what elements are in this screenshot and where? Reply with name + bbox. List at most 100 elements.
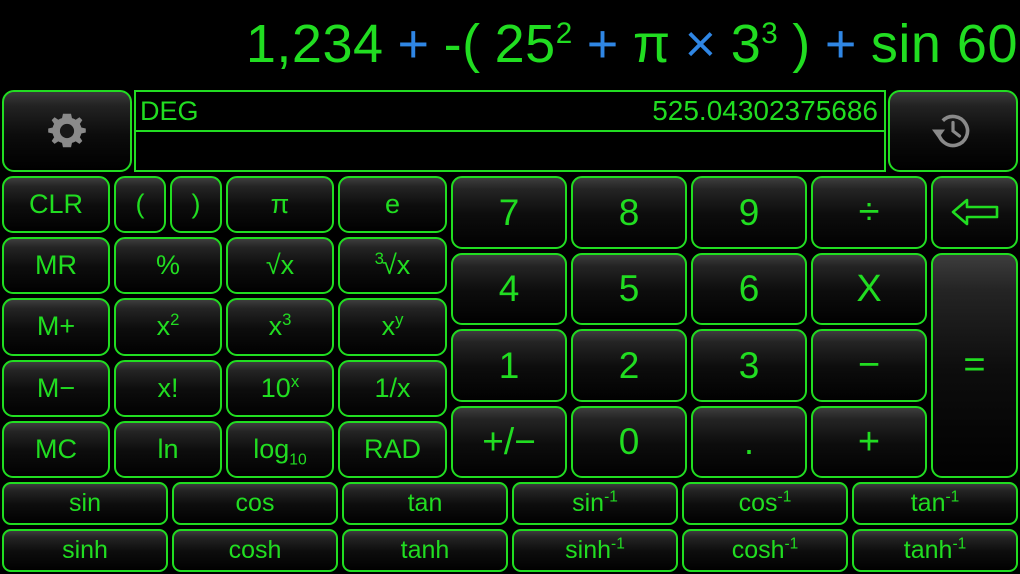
asin-button[interactable]: sin-1 [512, 482, 678, 525]
history-clock-icon [929, 107, 977, 155]
digit-9-button[interactable]: 9 [691, 176, 807, 249]
rad-mode-button[interactable]: RAD [338, 420, 447, 478]
expression-token: sin 60 [870, 14, 1018, 74]
acos-button[interactable]: cos-1 [682, 482, 848, 525]
x-cubed-button[interactable]: x3 [226, 298, 334, 356]
digit-3-button[interactable]: 3 [691, 329, 807, 402]
trig-keypad: sin cos tan sin-1 cos-1 tan-1 sinh cosh tanh sinh… [0, 480, 1020, 574]
acosh-button[interactable]: cosh-1 [682, 529, 848, 572]
memory-recall-button[interactable]: MR [2, 237, 110, 295]
history-button[interactable] [888, 90, 1018, 172]
key-label: − [857, 344, 881, 387]
memory-subtract-button[interactable]: M− [2, 359, 110, 417]
backspace-button[interactable] [931, 176, 1018, 249]
key-label: tan [407, 489, 443, 517]
multiply-button[interactable]: X [811, 252, 927, 325]
factorial-button[interactable]: x! [114, 359, 222, 417]
digit-4-button[interactable]: 4 [451, 252, 567, 325]
key-label: π [270, 189, 290, 220]
key-label: √x [265, 250, 295, 281]
key-label: e [384, 189, 401, 220]
close-paren-button[interactable]: ) [170, 176, 222, 234]
digit-5-button[interactable]: 5 [571, 252, 687, 325]
log10-button[interactable]: log10 [226, 420, 334, 478]
key-label: 0 [618, 421, 640, 463]
key-label: MR [35, 250, 77, 281]
digit-0-button[interactable]: 0 [571, 405, 687, 478]
tanh-button[interactable]: tanh [342, 529, 508, 572]
key-label: ln [157, 433, 179, 464]
equals-button[interactable]: = [931, 252, 1018, 478]
key-label: xy [381, 310, 404, 342]
backspace-arrow-icon [949, 195, 1001, 229]
asinh-button[interactable]: sinh-1 [512, 529, 678, 572]
memory-clear-button[interactable]: MC [2, 420, 110, 478]
clear-button[interactable]: CLR [2, 176, 110, 234]
numeric-keypad: 7 8 9 ÷ 4 5 6 X = 1 2 3 − +/− 0. + [449, 174, 1020, 480]
sign-toggle-button[interactable]: +/− [451, 405, 567, 478]
key-label: x3 [268, 310, 292, 342]
key-label: 10x [260, 371, 300, 403]
atan-button[interactable]: tan-1 [852, 482, 1018, 525]
e-button[interactable]: e [338, 176, 447, 234]
result-value: 525.04302375686 [652, 95, 878, 126]
divide-button[interactable]: ÷ [811, 176, 927, 249]
pi-button[interactable]: π [226, 176, 334, 234]
digit-1-button[interactable]: 1 [451, 329, 567, 402]
digit-6-button[interactable]: 6 [691, 252, 807, 325]
key-label: ) [191, 189, 201, 220]
display-top-line: DEG 525.04302375686 [136, 92, 884, 132]
atanh-button[interactable]: tanh-1 [852, 529, 1018, 572]
key-label: tan-1 [910, 488, 960, 517]
expression-token: 33 [730, 14, 779, 74]
key-label: 8 [618, 191, 640, 233]
subtract-button[interactable]: − [811, 329, 927, 402]
key-label: 9 [738, 191, 760, 233]
function-keypad: CLR () π e MR% √x 3√x M+ x2 x3 xy M− x! 10x 1/x MC ln log… [0, 174, 449, 480]
open-paren-button[interactable]: ( [114, 176, 166, 234]
cosh-button[interactable]: cosh [172, 529, 338, 572]
key-label: M+ [36, 311, 76, 342]
expression-token: -( [443, 14, 481, 74]
key-label: % [155, 250, 180, 281]
key-label: = [963, 344, 986, 387]
x-power-y-button[interactable]: xy [338, 298, 447, 356]
key-label: sin [69, 489, 101, 517]
expression-token: × [684, 14, 717, 74]
settings-button[interactable] [2, 90, 132, 172]
natural-log-button[interactable]: ln [114, 420, 222, 478]
expression-token: + [397, 14, 430, 74]
key-label: cos [235, 489, 275, 517]
key-label: ( [135, 189, 145, 220]
key-label: x! [157, 372, 179, 403]
sin-button[interactable]: sin [2, 482, 168, 525]
key-label: 7 [498, 191, 520, 233]
digit-7-button[interactable]: 7 [451, 176, 567, 249]
add-button[interactable]: + [811, 405, 927, 478]
x-squared-button[interactable]: x2 [114, 298, 222, 356]
key-label: MC [35, 433, 77, 464]
decimal-point-button[interactable]: . [691, 405, 807, 478]
key-label: log10 [253, 433, 307, 469]
sinh-button[interactable]: sinh [2, 529, 168, 572]
square-root-button[interactable]: √x [226, 237, 334, 295]
cos-button[interactable]: cos [172, 482, 338, 525]
key-label: 1 [498, 344, 520, 386]
key-label: +/− [482, 421, 536, 463]
tan-button[interactable]: tan [342, 482, 508, 525]
expression-token: ) [792, 14, 811, 74]
expression-token: π [632, 14, 671, 74]
cube-root-button[interactable]: 3√x [338, 237, 447, 295]
expression-token: + [586, 14, 619, 74]
digit-2-button[interactable]: 2 [571, 329, 687, 402]
ten-power-x-button[interactable]: 10x [226, 359, 334, 417]
percent-button[interactable]: % [114, 237, 222, 295]
reciprocal-button[interactable]: 1/x [338, 359, 447, 417]
angle-mode-label: DEG [140, 95, 199, 126]
digit-8-button[interactable]: 8 [571, 176, 687, 249]
memory-add-button[interactable]: M+ [2, 298, 110, 356]
calculator-app: 1,234 + -(252 + π × 33) + sin 60 DEG 525.0430237… [0, 0, 1020, 574]
key-label: sinh [62, 536, 108, 564]
display-entry-line[interactable] [136, 132, 884, 170]
key-label: 5 [618, 268, 640, 310]
